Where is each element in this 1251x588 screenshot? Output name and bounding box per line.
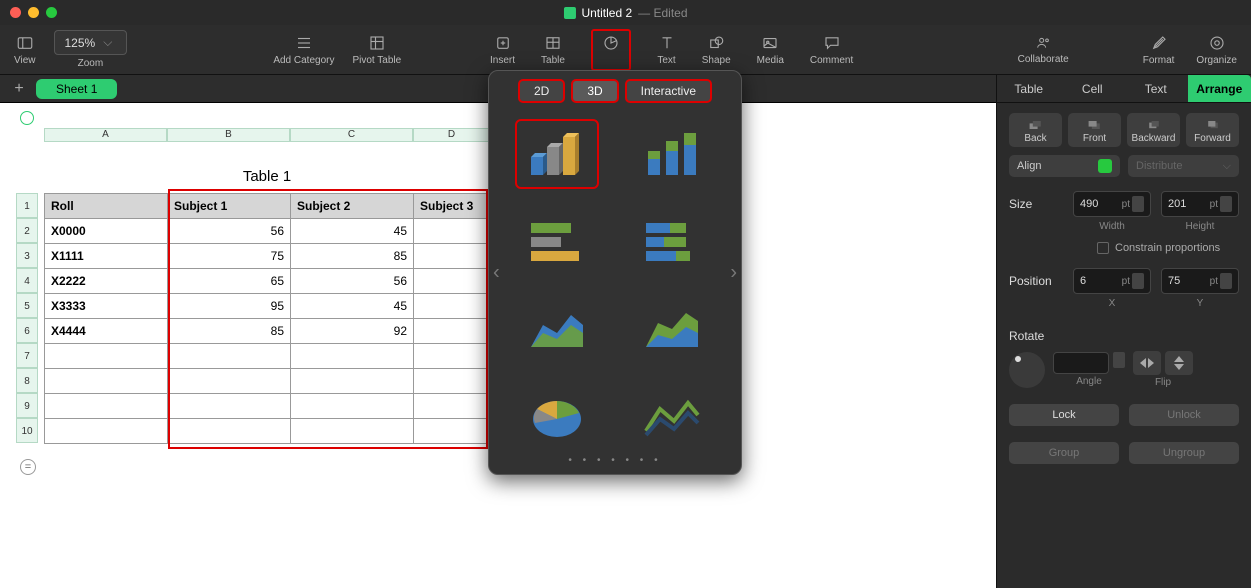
x-input[interactable]: 6pt [1073, 268, 1151, 294]
height-stepper[interactable] [1220, 196, 1232, 212]
width-stepper[interactable] [1132, 196, 1144, 212]
unlock-button[interactable]: Unlock [1129, 404, 1239, 426]
inspector-tab-table[interactable]: Table [997, 75, 1061, 102]
width-input[interactable]: 490pt [1073, 191, 1151, 217]
send-backward-button[interactable]: Backward [1127, 113, 1180, 147]
row-header: 2 [16, 218, 38, 243]
chart-type-area-stacked-3d[interactable] [630, 295, 714, 365]
chart-type-bar-stacked-3d[interactable] [630, 119, 714, 189]
table-select-handle[interactable] [20, 111, 34, 125]
text-button[interactable]: Text [657, 34, 675, 66]
y-input[interactable]: 75pt [1161, 268, 1239, 294]
zoom-group: 125%⌵ Zoom [54, 30, 128, 69]
add-category-button[interactable]: Add Category [273, 34, 334, 66]
fullscreen-window[interactable] [46, 7, 57, 18]
table-title[interactable]: Table 1 [44, 168, 490, 185]
format-button[interactable]: Format [1143, 34, 1175, 66]
col-header: A [44, 128, 167, 142]
shape-button[interactable]: Shape [702, 34, 731, 66]
align-select[interactable]: Align [1009, 155, 1120, 177]
popover-next[interactable]: › [730, 261, 737, 284]
comment-button[interactable]: Comment [810, 34, 853, 66]
formula-button[interactable]: = [20, 459, 36, 475]
chart-tab-interactive[interactable]: Interactive [625, 79, 712, 103]
inspector-tab-text[interactable]: Text [1124, 75, 1188, 102]
row-header: 3 [16, 243, 38, 268]
send-back-button[interactable]: Back [1009, 113, 1062, 147]
insert-button[interactable]: Insert [490, 34, 515, 66]
inspector-panel: Table Cell Text Arrange Back Front Backw… [996, 75, 1251, 588]
popover-page-dots[interactable]: • • • • • • • [489, 455, 741, 466]
ungroup-button[interactable]: Ungroup [1129, 442, 1239, 464]
chart-tab-3d[interactable]: 3D [571, 79, 618, 103]
col-header: C [290, 128, 413, 142]
toolbar: View 125%⌵ Zoom Add Category Pivot Table… [0, 25, 1251, 75]
col-header: D [413, 128, 490, 142]
row-header: 5 [16, 293, 38, 318]
chart-type-area-3d[interactable] [515, 295, 599, 365]
table-button[interactable]: Table [541, 34, 565, 66]
group-button[interactable]: Group [1009, 442, 1119, 464]
inspector-tab-cell[interactable]: Cell [1061, 75, 1125, 102]
height-input[interactable]: 201pt [1161, 191, 1239, 217]
flip-vertical-button[interactable] [1165, 351, 1193, 375]
view-button[interactable]: View [14, 34, 36, 66]
chart-type-pie-3d[interactable] [515, 383, 599, 453]
row-header: 4 [16, 268, 38, 293]
media-button[interactable]: Media [757, 34, 784, 66]
col-header: B [167, 128, 290, 142]
chart-picker-popover: 2D 3D Interactive ‹ › • • • • • • • [488, 70, 742, 475]
x-stepper[interactable] [1132, 273, 1144, 289]
inspector-tab-arrange[interactable]: Arrange [1188, 75, 1251, 102]
chart-type-hbar-3d[interactable] [515, 207, 599, 277]
distribute-select[interactable]: Distribute⌵ [1128, 155, 1239, 177]
row-headers[interactable]: 1 2 3 4 5 6 7 8 9 10 [16, 193, 38, 443]
bring-forward-button[interactable]: Forward [1186, 113, 1239, 147]
row-header: 1 [16, 193, 38, 218]
bring-front-button[interactable]: Front [1068, 113, 1121, 147]
chart-type-hbar-stacked-3d[interactable] [630, 207, 714, 277]
lock-button[interactable]: Lock [1009, 404, 1119, 426]
popover-prev[interactable]: ‹ [493, 261, 500, 284]
minimize-window[interactable] [28, 7, 39, 18]
constrain-checkbox[interactable] [1097, 242, 1109, 254]
sheet-tab-1[interactable]: Sheet 1 [36, 79, 117, 99]
document-title[interactable]: Untitled 2 — Edited [563, 6, 687, 20]
y-stepper[interactable] [1220, 273, 1232, 289]
row-header: 10 [16, 418, 38, 443]
flip-horizontal-button[interactable] [1133, 351, 1161, 375]
collaborate-button[interactable]: Collaborate [1018, 35, 1069, 65]
angle-stepper[interactable] [1113, 352, 1125, 368]
chart-tab-2d[interactable]: 2D [518, 79, 565, 103]
close-window[interactable] [10, 7, 21, 18]
rotate-label: Rotate [1009, 329, 1044, 343]
position-label: Position [1009, 274, 1052, 288]
data-table[interactable]: RollSubject 1Subject 2Subject 3 X0000564… [44, 193, 491, 444]
window-controls [10, 7, 57, 18]
titlebar: Untitled 2 — Edited [0, 0, 1251, 25]
organize-button[interactable]: Organize [1196, 34, 1237, 66]
chart-button[interactable]: Chart [591, 29, 631, 71]
chart-type-line-3d[interactable] [630, 383, 714, 453]
pivot-button[interactable]: Pivot Table [352, 34, 401, 66]
row-header: 8 [16, 368, 38, 393]
row-header: 9 [16, 393, 38, 418]
add-sheet-button[interactable]: + [8, 80, 30, 98]
size-label: Size [1009, 197, 1032, 211]
row-header: 6 [16, 318, 38, 343]
zoom-select[interactable]: 125%⌵ [54, 30, 128, 55]
angle-input[interactable] [1053, 352, 1109, 374]
chart-type-bar-3d[interactable] [515, 119, 599, 189]
rotate-dial[interactable] [1009, 352, 1045, 388]
column-headers[interactable]: A B C D [44, 128, 490, 142]
row-header: 7 [16, 343, 38, 368]
numbers-doc-icon [563, 7, 575, 19]
